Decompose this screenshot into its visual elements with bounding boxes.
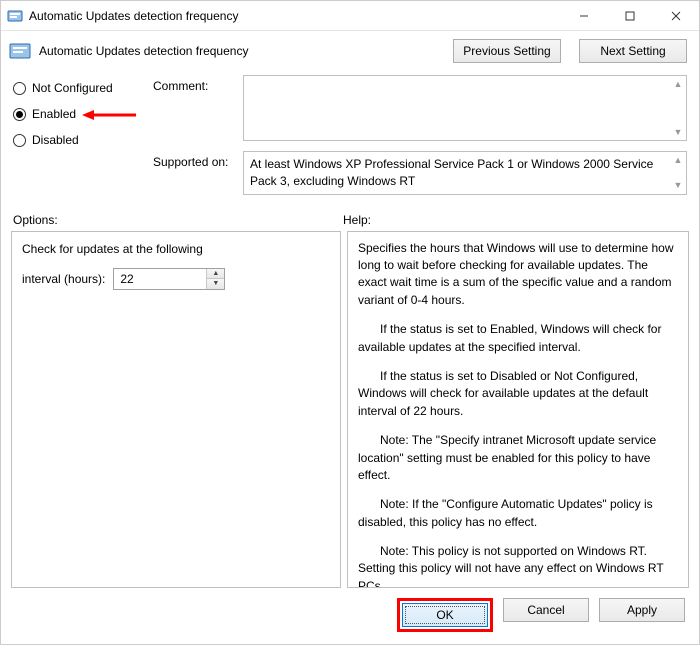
help-panel: Specifies the hours that Windows will us… [347,231,689,588]
scrollbar[interactable]: ▲ ▼ [670,76,686,140]
interval-spinner[interactable]: ▲ ▼ [113,268,225,290]
help-paragraph: Note: This policy is not supported on Wi… [358,543,678,588]
radio-disabled[interactable]: Disabled [13,133,153,147]
supported-on-box: At least Windows XP Professional Service… [243,151,687,195]
next-setting-button[interactable]: Next Setting [579,39,687,63]
header-row: Automatic Updates detection frequency Pr… [1,31,699,67]
help-paragraph: If the status is set to Disabled or Not … [358,368,678,420]
annotation-arrow-icon [82,107,136,121]
scroll-down-icon[interactable]: ▼ [670,178,686,194]
help-paragraph: Specifies the hours that Windows will us… [358,240,678,310]
help-paragraph: Note: If the "Configure Automatic Update… [358,496,678,531]
state-radio-group: Not Configured Enabled Disabled [13,75,153,205]
apply-button[interactable]: Apply [599,598,685,622]
annotation-highlight: OK [397,598,493,632]
radio-enabled[interactable]: Enabled [13,107,153,121]
titlebar: Automatic Updates detection frequency [1,1,699,31]
ok-button[interactable]: OK [402,603,488,627]
scrollbar[interactable]: ▲ ▼ [670,152,686,194]
scroll-down-icon[interactable]: ▼ [670,124,686,140]
interval-label: interval (hours): [22,272,105,286]
interval-input[interactable] [114,269,206,289]
cancel-button[interactable]: Cancel [503,598,589,622]
radio-label: Enabled [32,107,76,121]
maximize-button[interactable] [607,1,653,31]
supported-on-label: Supported on: [153,151,243,169]
dialog-footer: OK Cancel Apply [1,588,699,644]
previous-setting-button[interactable]: Previous Setting [453,39,561,63]
radio-label: Disabled [32,133,79,147]
radio-circle-filled-icon [13,108,26,121]
comment-textarea[interactable]: ▲ ▼ [243,75,687,141]
scroll-up-icon[interactable]: ▲ [670,76,686,92]
help-paragraph: If the status is set to Enabled, Windows… [358,321,678,356]
radio-circle-icon [13,82,26,95]
comment-label: Comment: [153,75,243,93]
help-paragraph: Note: The "Specify intranet Microsoft up… [358,432,678,484]
window-title: Automatic Updates detection frequency [29,9,561,23]
minimize-button[interactable] [561,1,607,31]
section-labels: Options: Help: [1,205,699,231]
spinner-up-icon[interactable]: ▲ [207,269,224,279]
options-label: Options: [13,213,343,227]
panels: Check for updates at the following inter… [1,231,699,588]
options-line1: Check for updates at the following [22,242,330,256]
spinner-down-icon[interactable]: ▼ [207,278,224,289]
policy-editor-window: Automatic Updates detection frequency Au… [0,0,700,645]
app-icon [7,8,23,24]
policy-title: Automatic Updates detection frequency [39,44,445,58]
policy-icon [9,40,31,62]
radio-not-configured[interactable]: Not Configured [13,81,153,95]
help-label: Help: [343,213,371,227]
radio-label: Not Configured [32,81,113,95]
radio-circle-icon [13,134,26,147]
config-area: Not Configured Enabled Disabled Comment: [1,67,699,205]
form-column: Comment: ▲ ▼ Supported on: At least Wind… [153,75,687,205]
scroll-up-icon[interactable]: ▲ [670,152,686,168]
options-panel: Check for updates at the following inter… [11,231,341,588]
supported-on-text: At least Windows XP Professional Service… [250,157,653,188]
close-button[interactable] [653,1,699,31]
